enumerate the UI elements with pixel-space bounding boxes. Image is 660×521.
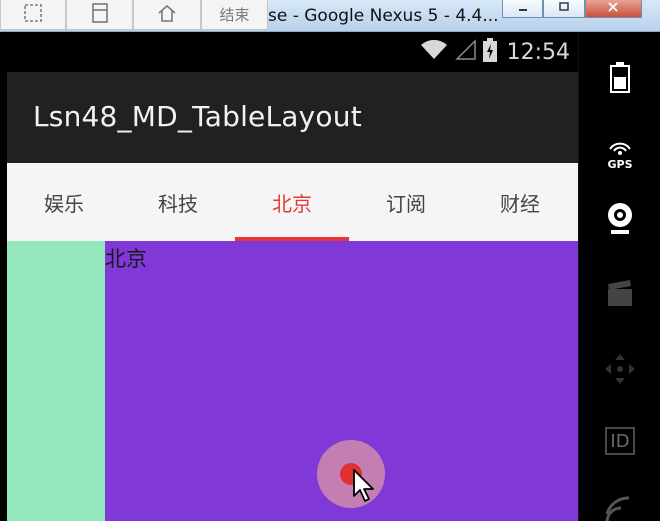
tab-label: 科技: [158, 191, 198, 216]
window-titlebar: 结束 se - Google Nexus 5 - 4.4...: [0, 0, 660, 32]
wifi-icon: [603, 492, 637, 521]
save-icon: [89, 2, 111, 28]
screencast-button[interactable]: [579, 266, 660, 324]
dpad-button[interactable]: [579, 342, 660, 400]
save-button[interactable]: [66, 0, 133, 30]
end-icon: 结束: [219, 6, 250, 24]
tab-label: 订阅: [386, 191, 426, 216]
battery-charging-icon: [482, 38, 497, 66]
mouse-cursor-icon: [352, 468, 380, 504]
page-label: 北京: [105, 247, 147, 271]
close-button[interactable]: [584, 0, 642, 18]
status-bar: 12:54: [7, 32, 578, 72]
minimize-button[interactable]: [502, 0, 544, 18]
screenshot-frame: 结束 se - Google Nexus 5 - 4.4... 12:54 Ls…: [0, 0, 660, 521]
webcam-icon: [605, 202, 635, 240]
tab-layout: 娱乐 科技 北京 订阅 财经: [7, 163, 578, 241]
webcam-button[interactable]: [579, 192, 660, 250]
select-region-icon: [22, 2, 44, 28]
tab-label: 娱乐: [44, 191, 84, 216]
wifi-signal-icon: [419, 39, 449, 65]
window-controls: [502, 0, 642, 18]
home-button[interactable]: [133, 0, 201, 30]
tab-label: 财经: [500, 191, 540, 216]
gps-button[interactable]: GPS: [579, 126, 660, 184]
battery-icon: [609, 61, 631, 97]
tab-technology[interactable]: 科技: [121, 163, 235, 241]
wireless-button[interactable]: [579, 480, 660, 521]
emulator-side-panel: GPS ID: [578, 32, 660, 521]
maximize-icon: [558, 2, 570, 15]
home-icon: [156, 2, 178, 28]
minimize-icon: [517, 2, 529, 15]
clock: 12:54: [506, 39, 570, 65]
gps-label: GPS: [607, 158, 633, 171]
view-pager-content[interactable]: 北京: [7, 241, 578, 521]
close-icon: [607, 2, 619, 15]
end-button[interactable]: 结束: [201, 0, 268, 30]
tab-label: 北京: [272, 191, 312, 216]
battery-button[interactable]: [579, 50, 660, 108]
tab-finance[interactable]: 财经: [463, 163, 577, 241]
app-bar: Lsn48_MD_TableLayout: [7, 72, 578, 163]
maximize-button[interactable]: [543, 0, 585, 18]
tab-beijing[interactable]: 北京: [235, 163, 349, 241]
device-screen: 12:54 Lsn48_MD_TableLayout 娱乐 科技 北京 订阅 财…: [7, 32, 578, 521]
window-title: se - Google Nexus 5 - 4.4...: [268, 6, 499, 26]
emulator-body: 12:54 Lsn48_MD_TableLayout 娱乐 科技 北京 订阅 财…: [0, 32, 660, 521]
id-icon: ID: [605, 427, 635, 455]
side-strip: [7, 241, 105, 521]
gps-icon: [608, 140, 632, 159]
dpad-icon: [603, 352, 637, 390]
status-icons: 12:54: [419, 38, 570, 66]
id-label: ID: [610, 430, 630, 452]
app-title: Lsn48_MD_TableLayout: [33, 100, 362, 133]
clapper-icon: [605, 278, 635, 312]
select-region-button[interactable]: [0, 0, 66, 30]
tab-subscriptions[interactable]: 订阅: [349, 163, 463, 241]
cell-signal-icon: [454, 39, 477, 65]
id-button[interactable]: ID: [579, 412, 660, 470]
tab-entertainment[interactable]: 娱乐: [7, 163, 121, 241]
